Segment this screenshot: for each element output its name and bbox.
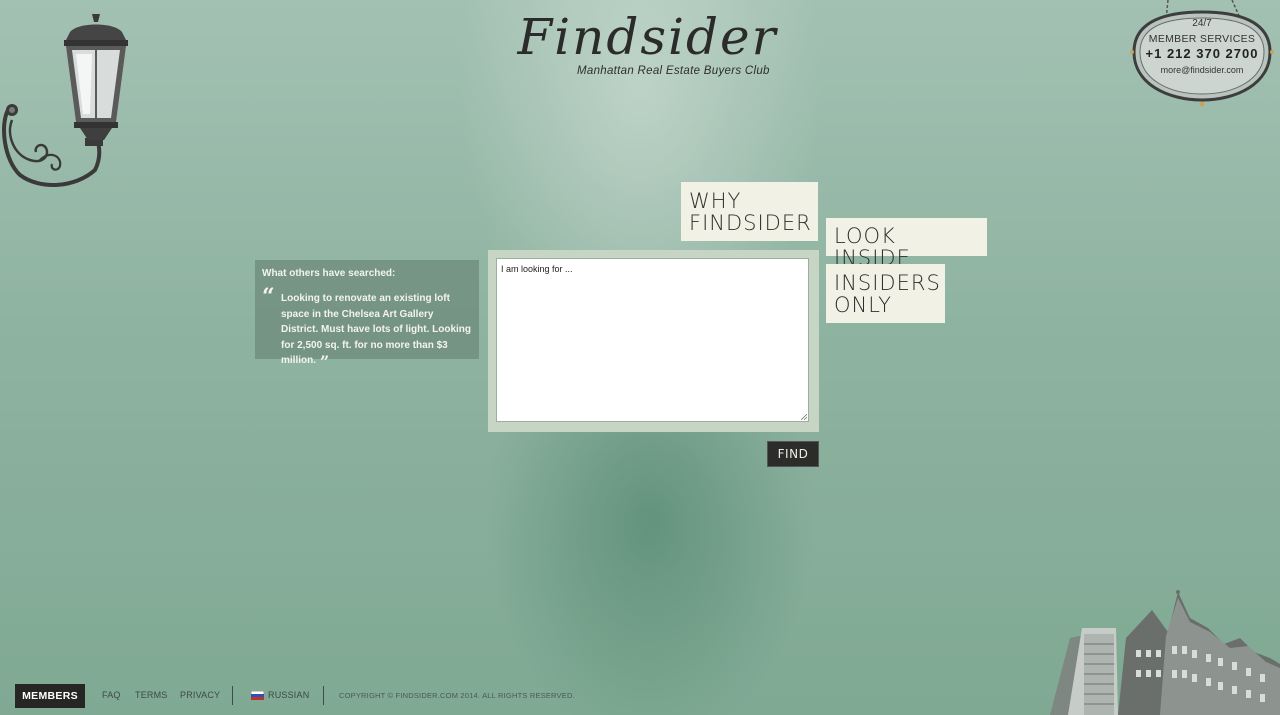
services-label: MEMBER SERVICES <box>1148 33 1256 45</box>
building-illustration <box>1050 590 1280 715</box>
footer-divider <box>323 686 324 705</box>
footer-link-privacy[interactable]: PRIVACY <box>180 690 220 700</box>
nav-insiders-only[interactable]: INSIDERS ONLY <box>826 264 945 323</box>
footer-divider <box>232 686 233 705</box>
services-email[interactable]: more@findsider.com <box>1130 65 1274 75</box>
recent-searches-title: What others have searched: <box>262 268 396 279</box>
find-button[interactable]: FIND <box>767 441 819 467</box>
footer: MEMBERS FAQ TERMS PRIVACY RUSSIAN COPYRI… <box>0 684 700 708</box>
logo-tagline: Manhattan Real Estate Buyers Club <box>577 65 770 77</box>
footer-link-terms[interactable]: TERMS <box>135 690 168 700</box>
logo-wordmark: Findsider <box>517 8 778 66</box>
search-frame <box>488 250 819 432</box>
close-quote-icon: ” <box>320 352 330 371</box>
members-button[interactable]: MEMBERS <box>15 684 85 708</box>
search-textarea[interactable] <box>496 258 809 422</box>
nav-why-line1: WHY <box>689 189 742 213</box>
street-lamp-illustration <box>2 14 128 187</box>
nav-insiders-line1: INSIDERS <box>834 271 941 295</box>
nav-insiders-line2: ONLY <box>834 293 892 317</box>
footer-copyright: COPYRIGHT © FINDSIDER.COM 2014. ALL RIGH… <box>339 691 575 700</box>
recent-searches-panel: What others have searched: “ Looking to … <box>255 260 479 370</box>
nav-why-line2: FINDSIDER <box>689 211 812 235</box>
services-phone[interactable]: +1 212 370 2700 <box>1130 46 1274 61</box>
open-quote-icon: “ <box>262 284 275 310</box>
recent-search-text: Looking to renovate an existing loft spa… <box>281 293 472 366</box>
services-hours: 24/7 <box>1192 18 1212 29</box>
flag-russia-icon[interactable] <box>251 691 264 700</box>
site-logo[interactable]: Findsider Manhattan Real Estate Buyers C… <box>505 8 790 84</box>
footer-link-russian[interactable]: RUSSIAN <box>268 690 309 700</box>
nav-why-findsider[interactable]: WHY FINDSIDER <box>681 182 818 241</box>
nav-look-label: LOOK INSIDE <box>834 224 911 270</box>
footer-link-faq[interactable]: FAQ <box>102 690 121 700</box>
resize-grip-icon[interactable] <box>801 414 807 420</box>
recent-search-quote: Looking to renovate an existing loft spa… <box>281 291 471 370</box>
nav-look-inside[interactable]: LOOK INSIDE <box>826 218 987 269</box>
